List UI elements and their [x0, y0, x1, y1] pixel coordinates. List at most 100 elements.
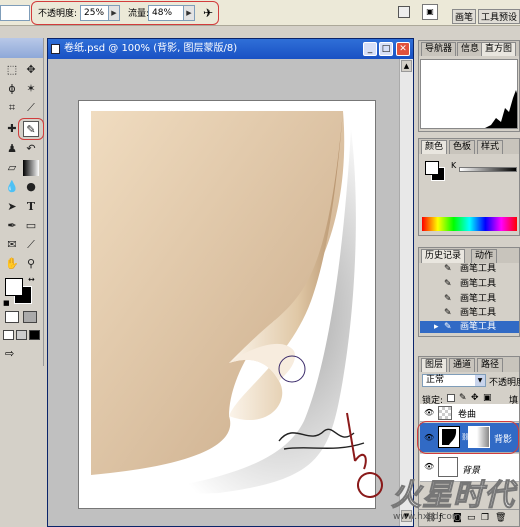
clone-stamp-tool-icon[interactable]: ♟	[4, 141, 20, 157]
layer-name: 卷曲	[458, 410, 477, 420]
history-item[interactable]: ✎ 画笔工具	[420, 263, 519, 275]
flow-label: 流量:	[128, 9, 150, 19]
layer-visibility-eye-icon[interactable]: 👁	[424, 408, 434, 417]
tab-info[interactable]: 信息	[457, 42, 484, 56]
eraser-tool-icon[interactable]: ▱	[4, 160, 20, 176]
tab-styles[interactable]: 样式	[477, 140, 504, 154]
canvas-area[interactable]	[48, 59, 413, 526]
lock-pixels-icon[interactable]: ✎	[459, 393, 467, 403]
move-tool-icon[interactable]: ✥	[23, 62, 39, 78]
minimize-button[interactable]: _	[363, 42, 377, 56]
histogram-graph	[420, 59, 518, 129]
color-ramp[interactable]	[422, 217, 517, 231]
history-item-label: 画笔工具	[460, 264, 497, 274]
vertical-scrollbar[interactable]: ▲ ▼	[399, 59, 413, 526]
tool-preset-field[interactable]	[0, 5, 30, 21]
color-panel-foreground-swatch[interactable]	[425, 161, 439, 175]
watermark-url: www.hxsd.com	[393, 512, 461, 522]
history-brush-tool-icon[interactable]: ↶	[23, 141, 39, 157]
toolbox-header	[0, 38, 43, 58]
history-item-selected[interactable]: ▸ ✎ 画笔工具	[420, 321, 519, 333]
flow-dropdown-arrow[interactable]: ▶	[183, 5, 195, 21]
watermark-logo-text: 火星时代	[391, 478, 515, 514]
notes-tool-icon[interactable]: ✉	[4, 237, 20, 253]
tab-color[interactable]: 颜色	[421, 140, 448, 154]
layer-thumbnail	[438, 406, 452, 420]
layers-tab-row: 图层 通道 路径	[419, 357, 519, 372]
history-item[interactable]: ✎ 画笔工具	[420, 307, 519, 319]
layer-opacity-label: 不透明度	[489, 378, 520, 388]
screen-mode-full-icon[interactable]	[29, 330, 40, 340]
crop-tool-icon[interactable]: ⌗	[4, 100, 20, 116]
marquee-tool-icon[interactable]: ⬚	[4, 62, 20, 78]
document-title-bar[interactable]: 卷纸.psd @ 100% (背影, 图层蒙版/8) _ □ ✕	[48, 39, 413, 59]
canvas-page[interactable]	[78, 100, 376, 509]
lock-all-icon[interactable]: ▣	[483, 393, 492, 403]
screen-mode-menu-icon[interactable]	[16, 330, 27, 340]
navigator-panel: 导航器 信息 直方图	[418, 40, 520, 132]
tab-channels[interactable]: 通道	[449, 358, 476, 372]
workspace-icon[interactable]: ▣	[422, 4, 438, 20]
default-colors-icon[interactable]: ■	[3, 299, 10, 307]
history-item-icon: ✎	[444, 308, 452, 318]
color-tab-row: 颜色 色板 样式	[419, 139, 519, 154]
layer-row-selected[interactable]: 👁 ⛓ 背影	[417, 421, 519, 454]
scroll-up-arrow[interactable]: ▲	[401, 60, 412, 72]
blur-tool-icon[interactable]: 💧	[4, 179, 20, 195]
slice-tool-icon[interactable]: ⟋	[23, 100, 39, 116]
jump-to-imageready-icon[interactable]: ⇨	[5, 347, 14, 360]
lock-transparency-icon[interactable]	[447, 394, 455, 402]
blend-mode-dropdown-arrow[interactable]: ▼	[475, 375, 485, 386]
pen-tool-icon[interactable]: ✒	[4, 218, 20, 234]
tab-paths[interactable]: 路径	[477, 358, 504, 372]
history-item-label: 画笔工具	[460, 279, 497, 289]
hand-tool-icon[interactable]: ✋	[4, 256, 20, 272]
palette-tab-tool-presets[interactable]: 工具预设	[478, 9, 520, 24]
brush-tool-icon[interactable]: ✎	[23, 121, 39, 137]
close-button[interactable]: ✕	[396, 42, 410, 56]
options-bar: 不透明度: 25% ▶ 流量: 48% ▶ ✈ ▣ 画笔 工具预设	[0, 0, 520, 26]
history-item[interactable]: ✎ 画笔工具	[420, 278, 519, 290]
history-item-icon: ✎	[444, 322, 452, 332]
flow-field[interactable]: 48%	[148, 5, 184, 21]
history-item-icon: ✎	[444, 294, 452, 304]
history-item[interactable]: ✎ 画笔工具	[420, 293, 519, 305]
tab-actions[interactable]: 动作	[471, 249, 498, 263]
palette-tab-brushes[interactable]: 画笔	[452, 9, 477, 24]
tab-histogram[interactable]: 直方图	[481, 42, 517, 56]
magic-wand-tool-icon[interactable]: ✶	[23, 81, 39, 97]
screen-mode-standard-icon[interactable]	[3, 330, 14, 340]
history-item-label: 画笔工具	[460, 308, 497, 318]
zoom-tool-icon[interactable]: ⚲	[23, 256, 39, 272]
opacity-dropdown-arrow[interactable]: ▶	[108, 5, 120, 21]
k-slider[interactable]	[459, 167, 517, 172]
curled-paper-artwork	[91, 111, 367, 497]
foreground-color-swatch[interactable]	[5, 278, 23, 296]
palette-well-icon[interactable]	[398, 6, 410, 18]
watermark-logo-mark	[352, 467, 388, 503]
path-selection-tool-icon[interactable]: ➤	[4, 199, 20, 215]
airbrush-icon[interactable]: ✈	[200, 5, 216, 21]
tab-swatches[interactable]: 色板	[449, 140, 476, 154]
maximize-button[interactable]: □	[379, 42, 393, 56]
lock-position-icon[interactable]: ✥	[471, 393, 479, 403]
type-tool-icon[interactable]: T	[23, 199, 39, 215]
tab-layers[interactable]: 图层	[421, 358, 448, 372]
dodge-tool-icon[interactable]: ●	[23, 179, 39, 195]
eyedropper-tool-icon[interactable]: ⟋	[23, 237, 39, 253]
lasso-tool-icon[interactable]: ϕ	[4, 81, 20, 97]
gradient-tool-icon[interactable]	[23, 160, 39, 176]
standard-mode-icon[interactable]	[5, 311, 19, 323]
tab-history[interactable]: 历史记录	[421, 249, 466, 263]
history-item-label: 画笔工具	[460, 322, 497, 332]
layer-row[interactable]: 👁 卷曲	[420, 404, 519, 422]
history-tab-row: 历史记录 动作	[419, 248, 519, 263]
mask-layer-highlight	[417, 421, 519, 454]
shape-tool-icon[interactable]: ▭	[23, 218, 39, 234]
document-icon	[51, 44, 60, 54]
swap-colors-icon[interactable]: ↔	[28, 275, 35, 284]
tab-navigator[interactable]: 导航器	[421, 42, 457, 56]
history-item-label: 画笔工具	[460, 294, 497, 304]
quick-mask-mode-icon[interactable]	[23, 311, 37, 323]
document-window: 卷纸.psd @ 100% (背影, 图层蒙版/8) _ □ ✕ ▲ ▼	[47, 38, 414, 527]
